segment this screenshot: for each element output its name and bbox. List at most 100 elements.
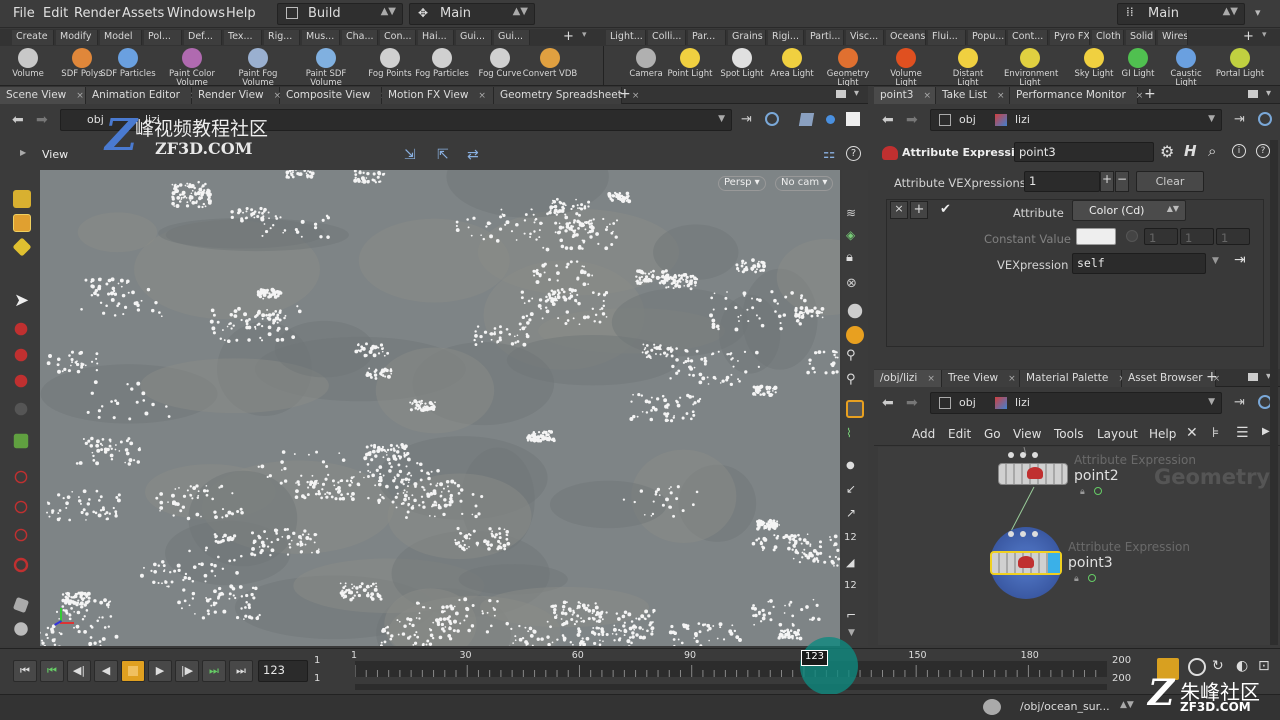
brush-icon[interactable] — [12, 596, 30, 614]
vex-snippet-icon[interactable]: ⇥ — [1234, 252, 1246, 268]
close-tab-icon[interactable]: × — [1008, 374, 1016, 384]
display-toggle-icon[interactable]: ⚏ — [823, 146, 836, 162]
magnet-icon[interactable] — [14, 470, 28, 484]
gear-icon[interactable]: ⚙ — [1160, 142, 1174, 161]
context-dropdown[interactable]: ✥ Main ▲▼ — [409, 3, 535, 25]
shelf-tool-right-11[interactable]: Portal Light — [1214, 48, 1266, 79]
message-icon[interactable] — [983, 699, 1001, 715]
add-instance-button[interactable]: + — [1100, 171, 1114, 192]
menu-file[interactable]: File — [13, 6, 35, 21]
realtime-icon[interactable] — [1188, 658, 1206, 676]
wire-icon[interactable]: ⌇ — [846, 426, 864, 444]
shelf-tab-right-11[interactable]: Pyro FX — [1050, 30, 1090, 45]
menu-help[interactable]: Help — [226, 6, 256, 21]
sphere-icon[interactable] — [826, 115, 835, 124]
shelf-tab-right-4[interactable]: Rigi... — [768, 30, 804, 45]
shelf-tool-0[interactable]: Volume — [8, 48, 48, 79]
light-bulb-icon[interactable] — [846, 326, 864, 344]
maximize-pane-icon[interactable] — [836, 90, 846, 98]
display-icon[interactable]: ≋ — [846, 206, 864, 224]
wrench-icon[interactable]: ✕ — [1186, 425, 1198, 441]
scroll-down-icon[interactable]: ▼ — [848, 628, 866, 646]
add-shelf-tab-icon[interactable]: + — [1243, 29, 1254, 44]
shelf-tab-8[interactable]: Cha... — [342, 30, 378, 45]
list-icon[interactable]: ☰ — [1236, 425, 1249, 441]
left-tab-3[interactable]: Composite View× — [280, 87, 388, 104]
shelf-tab-right-13[interactable]: Solid — [1126, 30, 1156, 45]
shelf-tab-9[interactable]: Con... — [380, 30, 416, 45]
chevron-updown-icon[interactable]: ▲▼ — [1120, 700, 1134, 710]
edges-mode-icon[interactable] — [12, 237, 32, 257]
net-tab-2[interactable]: Material Palette× — [1020, 370, 1126, 387]
net-tab-0[interactable]: /obj/lizi × — [874, 370, 942, 387]
enable-checkbox-icon[interactable]: ✔ — [940, 202, 951, 217]
shelf-tab-right-12[interactable]: Cloth — [1092, 30, 1124, 45]
close-tab-icon[interactable]: × — [76, 91, 84, 101]
timeline-track[interactable] — [355, 661, 1107, 677]
shelf-tab-6[interactable]: Rig... — [264, 30, 300, 45]
points-mode-icon[interactable] — [13, 214, 31, 232]
persp-menu[interactable]: Persp ▾ — [718, 176, 766, 191]
add-tab-icon[interactable]: + — [1144, 86, 1156, 102]
jump-keyframe-forward-button[interactable]: ⏭ — [202, 660, 226, 682]
shelf-tab-right-8[interactable]: Flui... — [928, 30, 966, 45]
timeline-range-bar[interactable] — [355, 684, 1107, 690]
network-path-field[interactable]: obj lizi ▼ — [930, 392, 1222, 414]
stop-button[interactable] — [121, 660, 145, 682]
current-frame-field[interactable]: 123 — [258, 660, 308, 682]
start-frame[interactable]: 1 — [314, 655, 320, 666]
shelf-tab-2[interactable]: Model — [100, 30, 142, 45]
handle-icon[interactable] — [14, 402, 28, 416]
shelf-tab-right-6[interactable]: Visc... — [846, 30, 884, 45]
move-icon[interactable] — [14, 322, 28, 336]
menu-assets[interactable]: Assets — [122, 6, 164, 21]
step-forward-button[interactable]: |▶ — [175, 660, 199, 682]
jump-start-button[interactable]: ⏮ — [13, 660, 37, 682]
point-number-icon[interactable]: 12 — [844, 532, 862, 550]
3d-viewport[interactable]: Persp ▾ No cam ▾ — [40, 170, 840, 646]
back-arrow-icon[interactable]: ⬅ — [882, 112, 894, 128]
net-menu-add[interactable]: Add — [912, 427, 935, 441]
chevron-down-icon[interactable]: ▼ — [1208, 397, 1215, 407]
view-menu-arrow-icon[interactable]: ▶ — [20, 148, 26, 157]
bypass-icon[interactable] — [1094, 487, 1102, 495]
shelf-tool-right-2[interactable]: Spot Light — [716, 48, 768, 79]
net-menu-go[interactable]: Go — [984, 427, 1001, 441]
chevron-down-icon[interactable]: ▼ — [1212, 256, 1219, 266]
normal-icon[interactable]: ↗ — [846, 506, 864, 524]
net-menu-edit[interactable]: Edit — [948, 427, 971, 441]
view-menu[interactable]: View — [42, 148, 68, 161]
add-tab-icon[interactable]: + — [619, 86, 631, 102]
camera-view-icon[interactable] — [846, 400, 864, 418]
shelf-tool-6[interactable]: Fog Points — [360, 48, 420, 79]
shelf-tool-right-3[interactable]: Area Light — [766, 48, 818, 79]
end-frame[interactable]: 200 — [1112, 655, 1131, 666]
help-icon[interactable]: ? — [1256, 144, 1270, 158]
forward-arrow-icon[interactable]: ➡ — [906, 112, 918, 128]
magnet-icon[interactable] — [14, 528, 28, 542]
shelf-tool-right-7[interactable]: Environment Light — [1004, 48, 1058, 88]
link-icon[interactable] — [765, 112, 779, 126]
shelf-tool-9[interactable]: Convert VDB — [520, 48, 580, 79]
rotate-icon[interactable] — [14, 348, 28, 362]
point-display-icon[interactable]: ● — [846, 460, 864, 478]
cube-icon[interactable] — [798, 113, 815, 126]
shelf-tool-3[interactable]: Paint Color Volume — [162, 48, 222, 88]
select-arrow-icon[interactable]: ⇲ — [404, 147, 416, 163]
shelf-tool-right-5[interactable]: Volume Light — [880, 48, 932, 88]
param-tab-2[interactable]: Performance Monitor × — [1010, 87, 1143, 104]
vex-count-field[interactable]: 1 — [1024, 171, 1100, 192]
shelf-tool-2[interactable]: SDF Particles — [98, 48, 158, 79]
pose-icon[interactable] — [13, 433, 29, 449]
playhead-frame[interactable]: 123 — [801, 650, 828, 666]
close-tab-icon[interactable]: × — [1136, 91, 1144, 101]
maximize-pane-icon[interactable] — [1248, 373, 1258, 381]
shelf-tab-right-7[interactable]: Oceans — [886, 30, 926, 45]
shelf-tool-right-10[interactable]: Caustic Light — [1160, 48, 1212, 88]
shelf-tool-right-9[interactable]: GI Light — [1112, 48, 1164, 79]
shelf-tab-right-3[interactable]: Grains — [728, 30, 766, 45]
status-path[interactable]: /obj/ocean_sur... — [1020, 700, 1110, 713]
pin-icon[interactable]: ⇥ — [741, 112, 752, 127]
display-option-icon[interactable] — [846, 112, 860, 126]
left-tab-2[interactable]: Render View × — [192, 87, 281, 104]
